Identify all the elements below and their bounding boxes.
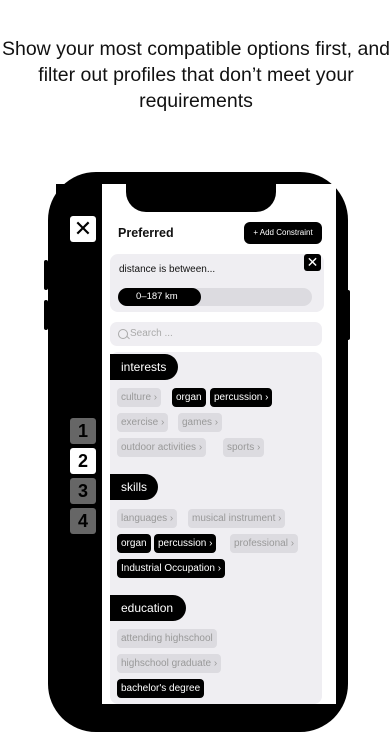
chip-highschool-graduate[interactable]: highschool graduate › xyxy=(117,654,222,673)
chip-exercise[interactable]: exercise › xyxy=(117,413,169,432)
chip-professional[interactable]: professional › xyxy=(230,534,299,553)
step-4-button[interactable]: 4 xyxy=(70,508,96,534)
power-button xyxy=(346,290,350,340)
chip-organ[interactable]: organ xyxy=(117,534,151,553)
step-panel xyxy=(56,184,102,704)
volume-up-button xyxy=(44,260,48,290)
section-education[interactable]: education xyxy=(110,595,186,621)
chip-organ[interactable]: organ xyxy=(172,388,206,407)
chip-percussion[interactable]: percussion › xyxy=(210,388,273,407)
distance-slider[interactable]: 0–187 km xyxy=(118,288,312,306)
chip-outdoor-activities[interactable]: outdoor activities › xyxy=(117,438,207,457)
step-3-button[interactable]: 3 xyxy=(70,478,96,504)
step-1-button[interactable]: 1 xyxy=(70,418,96,444)
search-icon xyxy=(118,329,128,339)
constraint-label: distance is between... xyxy=(119,264,216,275)
chip-languages[interactable]: languages › xyxy=(117,509,178,528)
chip-musical-instrument[interactable]: musical instrument › xyxy=(188,509,286,528)
volume-down-button xyxy=(44,300,48,330)
phone-notch xyxy=(126,184,276,212)
section-interests[interactable]: interests xyxy=(110,354,178,380)
chip-culture[interactable]: culture › xyxy=(117,388,162,407)
chip-bachelors-degree[interactable]: bachelor's degree xyxy=(117,679,205,698)
chip-percussion[interactable]: percussion › xyxy=(154,534,217,553)
close-icon[interactable]: ✕ xyxy=(70,216,96,242)
search-placeholder: Search ... xyxy=(130,328,173,339)
add-constraint-button[interactable]: + Add Constraint xyxy=(244,222,322,244)
search-input[interactable]: Search ... xyxy=(110,322,322,346)
distance-range-fill[interactable]: 0–187 km xyxy=(118,288,202,306)
step-2-button[interactable]: 2 xyxy=(70,448,96,474)
chip-industrial-occupation[interactable]: Industrial Occupation › xyxy=(117,559,226,578)
remove-constraint-icon[interactable]: ✕ xyxy=(304,254,321,271)
promo-headline: Show your most compatible options first,… xyxy=(1,38,391,112)
chip-attending-highschool[interactable]: attending highschool xyxy=(117,629,217,648)
chip-sports[interactable]: sports › xyxy=(223,438,265,457)
section-skills[interactable]: skills xyxy=(110,474,158,500)
page-title: Preferred xyxy=(118,226,174,240)
chip-games[interactable]: games › xyxy=(178,413,223,432)
